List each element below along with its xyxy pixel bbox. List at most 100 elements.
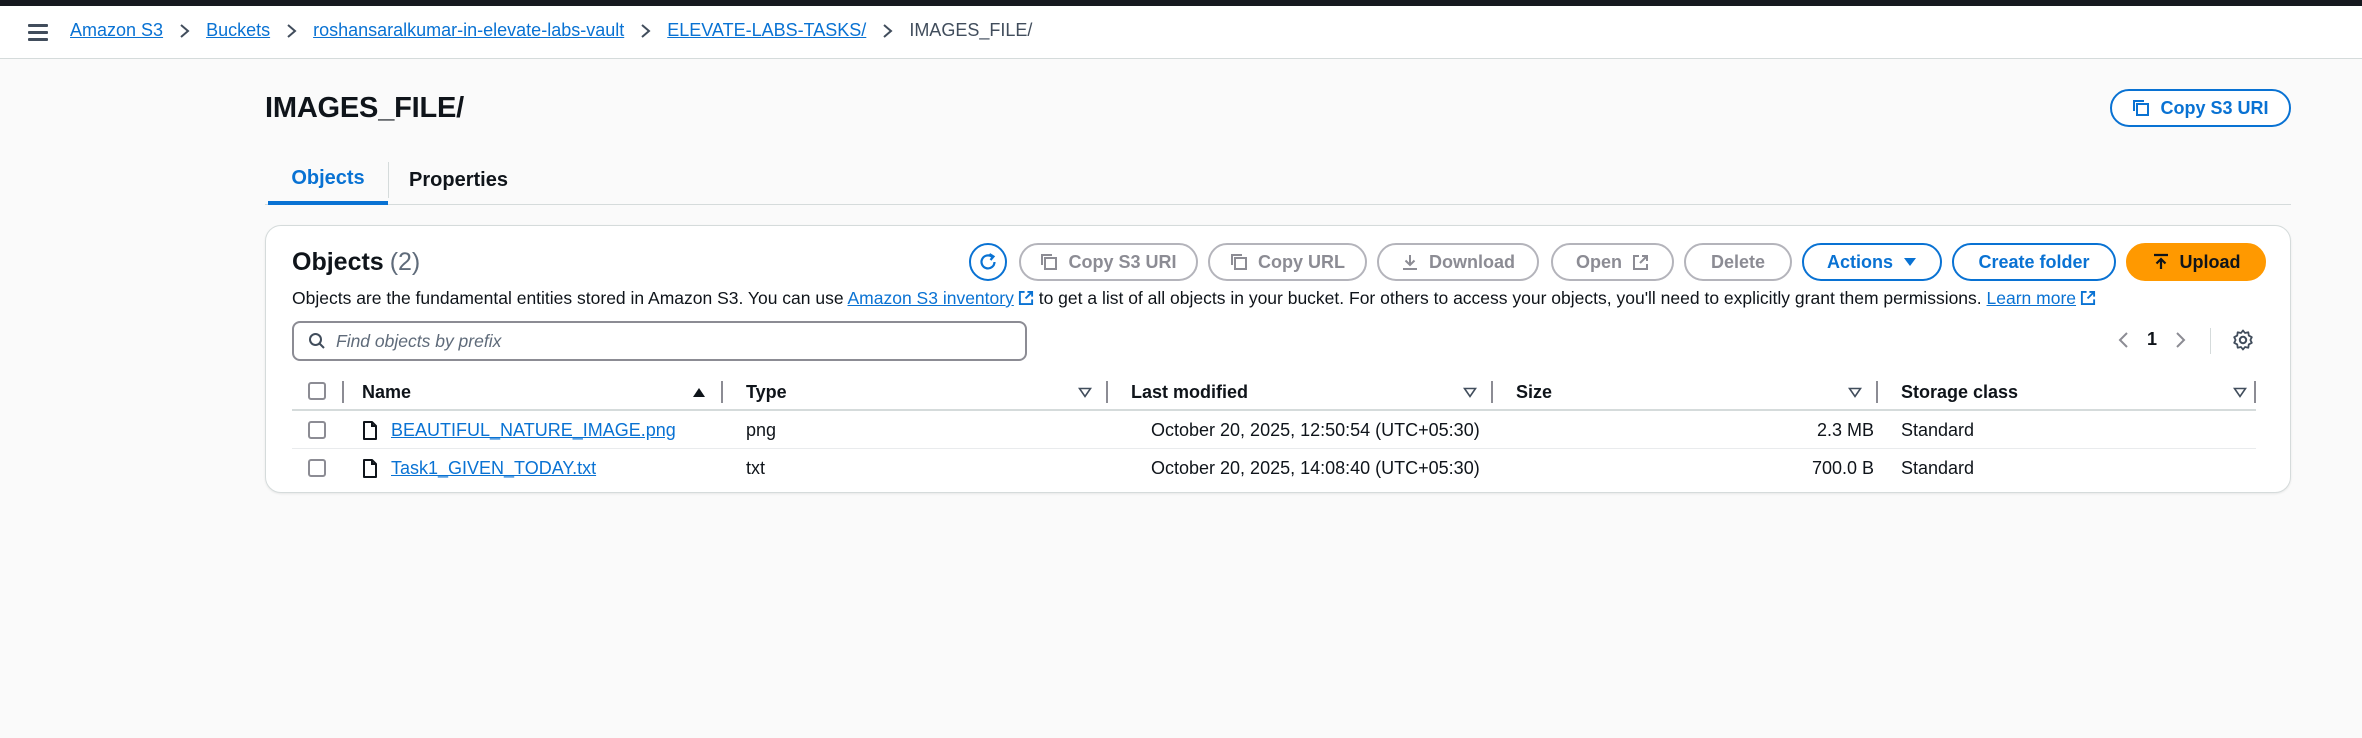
page-title: IMAGES_FILE/ bbox=[265, 92, 465, 124]
copy-s3-uri-label: Copy S3 URI bbox=[2160, 97, 2269, 118]
create-folder-button[interactable]: Create folder bbox=[1952, 243, 2116, 281]
refresh-button[interactable] bbox=[969, 243, 1007, 281]
object-storage-class-cell: Standard bbox=[1901, 420, 1975, 440]
object-name-cell: BEAUTIFUL_NATURE_IMAGE.png bbox=[391, 420, 676, 441]
object-type-cell: png bbox=[746, 420, 777, 440]
pagination: 1 bbox=[2118, 329, 2186, 350]
copy-icon bbox=[1231, 254, 1247, 270]
sort-icon[interactable] bbox=[1463, 387, 1477, 398]
create-folder-label: Create folder bbox=[1978, 251, 2090, 272]
external-link-icon bbox=[2080, 290, 2096, 306]
breadcrumb-bucket[interactable]: roshansaralkumar-in-elevate-labs-vault bbox=[313, 20, 624, 41]
page-number[interactable]: 1 bbox=[2147, 329, 2157, 350]
column-divider bbox=[2254, 381, 2256, 403]
chevron-right-icon bbox=[286, 23, 297, 39]
table-row: BEAUTIFUL_NATURE_IMAGE.png png October 2… bbox=[292, 411, 2256, 449]
objects-heading-label: Objects bbox=[292, 248, 384, 276]
chevron-right-icon[interactable] bbox=[2175, 331, 2186, 349]
s3-inventory-link[interactable]: Amazon S3 inventory bbox=[848, 288, 1034, 308]
table-header: Name Type Last modified Size Storage cla… bbox=[292, 373, 2256, 411]
objects-panel: Objects (2) Copy S3 URI Copy URL Download… bbox=[265, 225, 2291, 493]
copy-icon bbox=[2133, 100, 2150, 116]
breadcrumb-current: IMAGES_FILE/ bbox=[909, 20, 1033, 40]
chevron-right-icon bbox=[882, 23, 893, 39]
objects-count: (2) bbox=[389, 248, 421, 276]
sort-icon[interactable] bbox=[1848, 387, 1862, 398]
object-last-modified-cell: October 20, 2025, 12:50:54 (UTC+05:30) bbox=[1151, 420, 1480, 440]
refresh-icon bbox=[980, 253, 996, 270]
download-icon bbox=[1403, 255, 1417, 270]
object-type-cell: txt bbox=[746, 458, 766, 478]
column-last-modified[interactable]: Last modified bbox=[1131, 382, 1248, 403]
file-icon bbox=[363, 459, 377, 478]
delete-label: Delete bbox=[1710, 251, 1766, 272]
description-prefix: Objects are the fundamental entities sto… bbox=[292, 288, 848, 308]
pager-divider bbox=[2210, 328, 2211, 354]
object-name-cell: Task1_GIVEN_TODAY.txt bbox=[391, 458, 596, 479]
actions-label: Actions bbox=[1826, 251, 1893, 272]
object-name-link[interactable]: Task1_GIVEN_TODAY.txt bbox=[391, 458, 596, 478]
external-link-icon bbox=[1633, 254, 1648, 270]
settings-gear-icon[interactable] bbox=[2232, 329, 2254, 356]
actions-dropdown-button[interactable]: Actions bbox=[1802, 243, 1942, 281]
open-label: Open bbox=[1575, 251, 1622, 272]
upload-button[interactable]: Upload bbox=[2126, 243, 2266, 281]
select-all-checkbox[interactable] bbox=[308, 382, 326, 400]
copy-s3-uri-toolbar-button[interactable]: Copy S3 URI bbox=[1019, 243, 1198, 281]
table-row: Task1_GIVEN_TODAY.txt txt October 20, 20… bbox=[292, 449, 2256, 487]
copy-s3-uri-toolbar-label: Copy S3 URI bbox=[1068, 251, 1177, 272]
object-last-modified-cell: October 20, 2025, 14:08:40 (UTC+05:30) bbox=[1151, 458, 1480, 478]
sort-ascending-icon[interactable] bbox=[692, 387, 706, 398]
object-name-link[interactable]: BEAUTIFUL_NATURE_IMAGE.png bbox=[391, 420, 676, 440]
tab-list: Objects Properties bbox=[265, 155, 2291, 205]
breadcrumb: Amazon S3 Buckets roshansaralkumar-in-el… bbox=[70, 20, 1032, 41]
search-box bbox=[292, 321, 1027, 361]
open-button[interactable]: Open bbox=[1551, 243, 1674, 281]
column-divider bbox=[342, 381, 344, 403]
breadcrumb-bar: Amazon S3 Buckets roshansaralkumar-in-el… bbox=[0, 6, 2362, 59]
menu-icon[interactable] bbox=[28, 24, 48, 42]
copy-url-button[interactable]: Copy URL bbox=[1208, 243, 1367, 281]
column-size[interactable]: Size bbox=[1516, 382, 1552, 403]
sort-icon[interactable] bbox=[2233, 387, 2247, 398]
object-size-cell: 700.0 B bbox=[1811, 458, 1874, 478]
breadcrumb-folder[interactable]: ELEVATE-LABS-TASKS/ bbox=[667, 20, 866, 41]
column-divider bbox=[1106, 381, 1108, 403]
breadcrumb-buckets[interactable]: Buckets bbox=[206, 20, 270, 41]
s3-inventory-link-label: Amazon S3 inventory bbox=[847, 288, 1014, 308]
object-size-cell: 2.3 MB bbox=[1816, 420, 1874, 440]
search-icon bbox=[309, 333, 325, 349]
column-divider bbox=[1491, 381, 1493, 403]
objects-heading: Objects (2) bbox=[292, 248, 420, 277]
row-checkbox[interactable] bbox=[308, 421, 326, 439]
row-checkbox[interactable] bbox=[308, 459, 326, 477]
external-link-icon bbox=[1018, 290, 1033, 306]
caret-down-icon bbox=[1904, 258, 1916, 266]
copy-url-label: Copy URL bbox=[1258, 251, 1345, 272]
tab-properties[interactable]: Properties bbox=[388, 162, 528, 198]
search-input[interactable] bbox=[336, 330, 1016, 352]
download-label: Download bbox=[1429, 251, 1515, 272]
column-type[interactable]: Type bbox=[746, 382, 787, 403]
learn-more-link[interactable]: Learn more bbox=[1987, 288, 2097, 308]
learn-more-label: Learn more bbox=[1986, 288, 2077, 308]
copy-s3-uri-button[interactable]: Copy S3 URI bbox=[2110, 89, 2291, 127]
column-storage-class[interactable]: Storage class bbox=[1901, 382, 2018, 403]
column-divider bbox=[1876, 381, 1878, 403]
chevron-right-icon bbox=[179, 23, 190, 39]
tab-objects[interactable]: Objects bbox=[268, 155, 388, 205]
upload-label: Upload bbox=[2179, 251, 2241, 272]
sort-icon[interactable] bbox=[1078, 387, 1092, 398]
download-button[interactable]: Download bbox=[1377, 243, 1539, 281]
delete-button[interactable]: Delete bbox=[1684, 243, 1792, 281]
column-divider bbox=[721, 381, 723, 403]
breadcrumb-amazon-s3[interactable]: Amazon S3 bbox=[70, 20, 163, 41]
column-name[interactable]: Name bbox=[362, 382, 411, 403]
description-middle: to get a list of all objects in your buc… bbox=[1033, 288, 1987, 308]
file-icon bbox=[363, 421, 377, 440]
upload-icon bbox=[2153, 253, 2168, 269]
chevron-right-icon bbox=[640, 23, 651, 39]
objects-description: Objects are the fundamental entities sto… bbox=[292, 288, 2096, 309]
chevron-left-icon[interactable] bbox=[2118, 331, 2129, 349]
object-storage-class-cell: Standard bbox=[1901, 458, 1975, 478]
